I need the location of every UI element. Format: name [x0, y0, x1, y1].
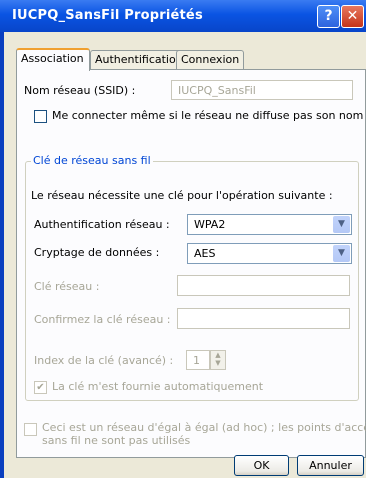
tab-association[interactable]: Association: [16, 48, 90, 71]
hidden-network-checkbox[interactable]: [34, 110, 47, 123]
adhoc-label-line2[interactable]: sans fil ne sont pas utilisés: [42, 434, 190, 447]
key-index-spinner[interactable]: ▲ ▼: [210, 350, 226, 370]
dialog-body: Association Authentification Connexion N…: [4, 32, 366, 478]
help-icon: ?: [324, 8, 333, 24]
encryption-select[interactable]: AES ▼: [187, 243, 352, 264]
close-icon: ✕: [346, 8, 359, 24]
title-bar[interactable]: IUCPQ_SansFil Propriétés ? ✕: [0, 0, 366, 32]
help-button[interactable]: ?: [317, 5, 340, 28]
auto-key-label[interactable]: La clé m'est fournie automatiquement: [52, 380, 263, 393]
network-key-field[interactable]: [177, 275, 350, 296]
hidden-network-label[interactable]: Me connecter même si le réseau ne diffus…: [52, 109, 363, 122]
chevron-down-icon[interactable]: ▼: [333, 216, 350, 233]
auth-label: Authentification réseau :: [34, 218, 170, 231]
confirm-key-label: Confirmez la clé réseau :: [34, 313, 171, 326]
key-requirement-text: Le réseau nécessite une clé pour l'opéra…: [31, 189, 333, 202]
ok-button[interactable]: OK: [234, 455, 289, 476]
ssid-label: Nom réseau (SSID) :: [24, 84, 136, 97]
tab-panel-association: Nom réseau (SSID) : IUCPQ_SansFil Me con…: [16, 69, 366, 458]
close-button[interactable]: ✕: [341, 5, 364, 28]
network-key-label: Clé réseau :: [34, 280, 100, 293]
adhoc-label-line1[interactable]: Ceci est un réseau d'égal à égal (ad hoc…: [42, 421, 366, 434]
auth-select[interactable]: WPA2 ▼: [187, 214, 352, 235]
key-index-field[interactable]: 1: [186, 350, 210, 370]
chevron-down-icon[interactable]: ▼: [333, 245, 350, 262]
encryption-label: Cryptage de données :: [34, 246, 160, 259]
dialog-window: IUCPQ_SansFil Propriétés ? ✕ Association…: [0, 0, 366, 478]
key-index-label: Index de la clé (avancé) :: [34, 354, 174, 367]
confirm-key-field[interactable]: [177, 308, 350, 329]
encryption-select-value: AES: [194, 247, 216, 260]
network-key-group-title: Clé de réseau sans fil: [31, 154, 153, 167]
tab-connection[interactable]: Connexion: [176, 50, 244, 69]
ssid-field[interactable]: IUCPQ_SansFil: [171, 80, 353, 100]
cancel-button[interactable]: Annuler: [297, 455, 364, 476]
tab-authentication[interactable]: Authentification: [90, 50, 183, 69]
window-title: IUCPQ_SansFil Propriétés: [12, 8, 203, 23]
adhoc-checkbox[interactable]: [24, 423, 37, 436]
auth-select-value: WPA2: [194, 218, 226, 231]
auto-key-checkbox[interactable]: ✔: [34, 381, 47, 394]
